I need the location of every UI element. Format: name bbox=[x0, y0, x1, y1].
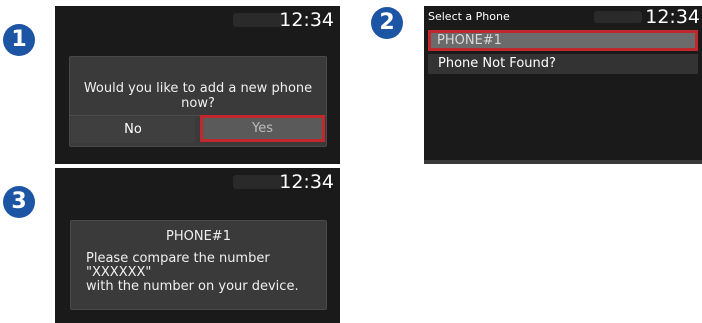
compare-line-2: "XXXXXX" bbox=[86, 265, 152, 280]
step-1-badge: 1 bbox=[3, 24, 35, 56]
header-title: Select a Phone bbox=[428, 10, 510, 23]
no-button[interactable]: No bbox=[71, 117, 195, 143]
bottom-edge bbox=[424, 160, 702, 164]
status-indicator bbox=[233, 175, 283, 189]
screen-select-phone: Select a Phone 12:34 PHONE#1 Phone Not F… bbox=[424, 6, 702, 164]
clock: 12:34 bbox=[645, 6, 700, 28]
compare-line-1: Please compare the number bbox=[86, 251, 270, 266]
dialog-message: Would you like to add a new phone now? bbox=[83, 81, 313, 111]
status-indicator bbox=[594, 11, 642, 23]
list-item-phone-not-found[interactable]: Phone Not Found? bbox=[428, 54, 698, 74]
status-bar: 12:34 bbox=[55, 6, 340, 36]
compare-line-3: with the number on your device. bbox=[86, 279, 299, 294]
status-bar: 12:34 bbox=[55, 168, 340, 198]
clock: 12:34 bbox=[279, 9, 334, 31]
add-phone-dialog: Would you like to add a new phone now? N… bbox=[69, 56, 327, 147]
compare-dialog: PHONE#1 Please compare the number "XXXXX… bbox=[70, 220, 327, 310]
yes-button[interactable]: Yes bbox=[200, 115, 325, 142]
header-bar: Select a Phone 12:34 bbox=[424, 6, 702, 28]
status-indicator bbox=[233, 13, 283, 27]
screen-add-phone: 12:34 Would you like to add a new phone … bbox=[55, 6, 340, 164]
clock: 12:34 bbox=[279, 171, 334, 193]
step-3-badge: 3 bbox=[3, 186, 35, 218]
list-item-phone1[interactable]: PHONE#1 bbox=[428, 30, 698, 51]
screen-compare-number: 12:34 PHONE#1 Please compare the number … bbox=[55, 168, 340, 323]
step-2-badge: 2 bbox=[371, 7, 403, 39]
device-name: PHONE#1 bbox=[166, 229, 231, 244]
